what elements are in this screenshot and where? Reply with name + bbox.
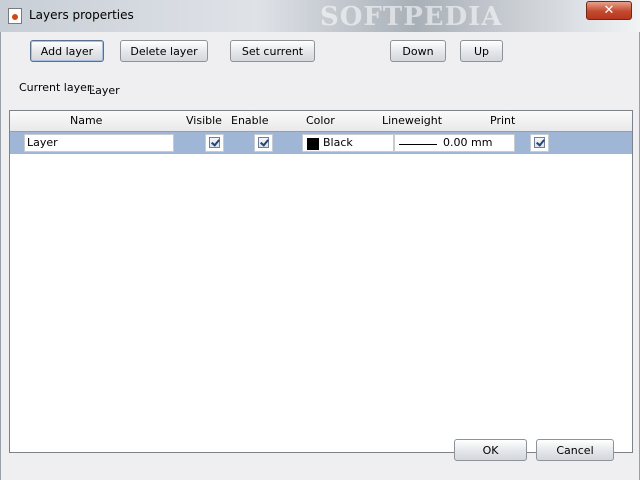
- column-header-visible[interactable]: Visible: [186, 114, 222, 127]
- color-swatch: [307, 138, 319, 150]
- up-button[interactable]: Up: [460, 40, 503, 62]
- set-current-button[interactable]: Set current: [230, 40, 315, 62]
- layers-table: Name Visible Enable Color Lineweight Pri…: [9, 110, 633, 453]
- add-layer-button[interactable]: Add layer: [30, 40, 104, 62]
- delete-layer-button[interactable]: Delete layer: [120, 40, 208, 62]
- lineweight-value: 0.00 mm: [443, 136, 493, 149]
- java-app-icon: [8, 8, 22, 24]
- checkmark-icon: [258, 137, 269, 148]
- ok-button[interactable]: OK: [454, 439, 527, 461]
- color-name: Black: [323, 136, 353, 149]
- dialog-content: Add layer Delete layer Set current Down …: [0, 32, 640, 480]
- close-button[interactable]: ✕: [586, 1, 632, 20]
- enable-checkbox[interactable]: [254, 134, 273, 152]
- down-button[interactable]: Down: [390, 40, 446, 62]
- window-title: Layers properties: [29, 8, 134, 22]
- color-cell[interactable]: Black: [302, 134, 394, 152]
- current-layer-label: Current layer:: [19, 81, 95, 94]
- column-header-print[interactable]: Print: [490, 114, 515, 127]
- title-bar[interactable]: Layers properties SOFTPEDIA ✕: [0, 0, 640, 33]
- table-header: Name Visible Enable Color Lineweight Pri…: [10, 111, 632, 132]
- column-header-enable[interactable]: Enable: [231, 114, 268, 127]
- layers-properties-dialog: Layers properties SOFTPEDIA ✕ Add layer …: [0, 0, 640, 480]
- checkmark-icon: [209, 137, 220, 148]
- watermark-text: SOFTPEDIA: [320, 2, 503, 32]
- current-layer-value: Layer: [89, 84, 120, 97]
- column-header-name[interactable]: Name: [70, 114, 102, 127]
- visible-checkbox[interactable]: [205, 134, 224, 152]
- column-header-color[interactable]: Color: [306, 114, 335, 127]
- checkmark-icon: [534, 137, 545, 148]
- table-row[interactable]: Layer Black 0.00 mm: [10, 132, 632, 154]
- print-checkbox[interactable]: [530, 134, 549, 152]
- lineweight-cell[interactable]: 0.00 mm: [394, 134, 515, 152]
- column-header-lineweight[interactable]: Lineweight: [382, 114, 442, 127]
- close-icon: ✕: [603, 3, 615, 18]
- layer-name-cell[interactable]: Layer: [24, 134, 174, 152]
- cancel-button[interactable]: Cancel: [536, 439, 614, 461]
- line-sample-icon: [399, 144, 437, 145]
